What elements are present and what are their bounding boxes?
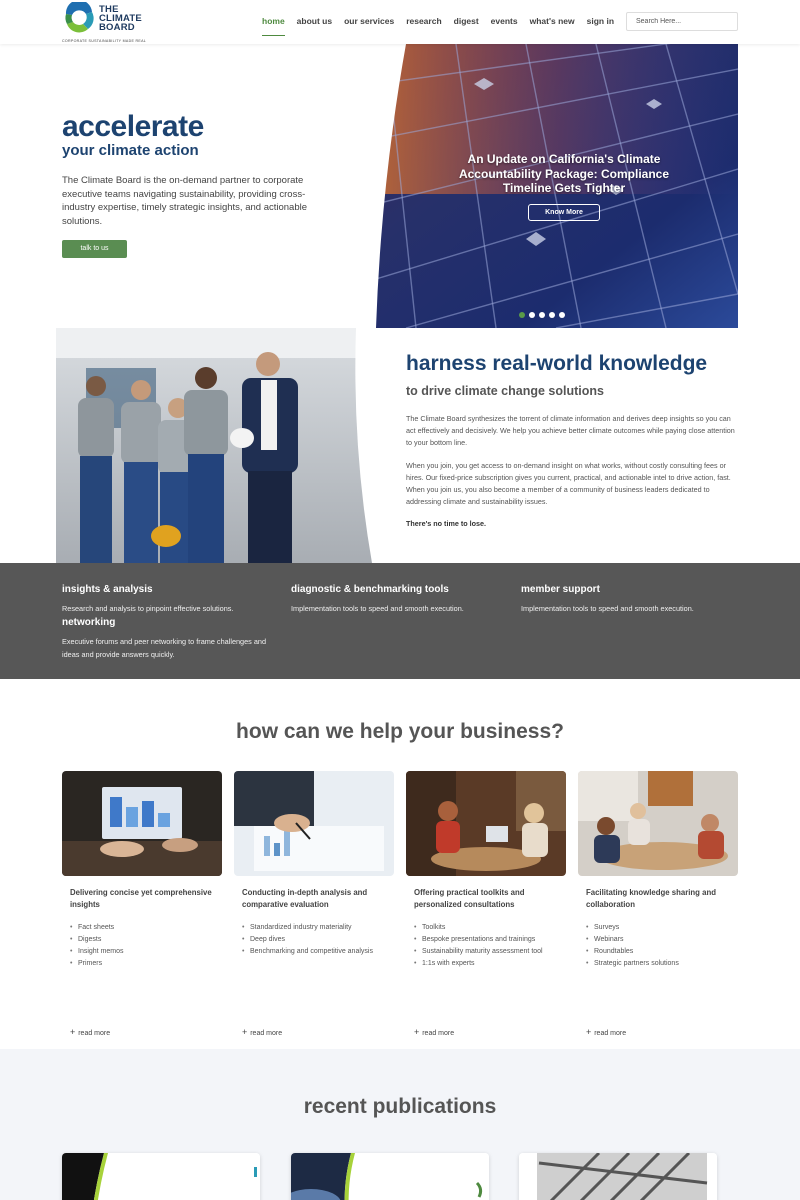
hero-subtitle: your climate action [62,142,199,159]
feature-member-support-desc: Implementation tools to speed and smooth… [521,604,694,613]
list-item: Roundtables [586,946,732,958]
list-item: Deep dives [242,934,388,946]
card-image-laptop-charts [62,771,222,876]
nav-events[interactable]: events [491,16,518,30]
logo-tagline: CORPORATE SUSTAINABILITY MADE REAL [62,39,147,43]
card-title: Offering practical toolkits and personal… [414,888,525,909]
card-image-documents [234,771,394,876]
plus-icon: + [586,1027,592,1037]
read-more-link[interactable]: + read more [586,1027,626,1037]
feature-diagnostic-desc: Implementation tools to speed and smooth… [291,604,464,613]
card-list: Surveys Webinars Roundtables Strategic p… [586,922,732,970]
list-item: Bespoke presentations and trainings [414,934,560,946]
publications-section: recent publications [0,1049,800,1200]
card-list: Toolkits Bespoke presentations and train… [414,922,560,970]
knowledge-section: harness real-world knowledge to drive cl… [0,328,800,563]
nav-home[interactable]: home [262,16,285,36]
list-item: Surveys [586,922,732,934]
carousel-dot-3[interactable] [539,312,545,318]
hero-section: accelerate your climate action The Clima… [0,44,800,328]
read-more-label: read more [594,1030,627,1037]
nav-digest[interactable]: digest [454,16,479,30]
list-item: Fact sheets [70,922,216,934]
slide-caption: An Update on California's Climate Accoun… [458,152,670,195]
list-item: Insight memos [70,946,216,958]
carousel-dots [519,312,565,318]
plus-icon: + [242,1027,248,1037]
feature-member-support-title: member support [521,584,600,595]
feature-networking-desc: Executive forums and peer networking to … [62,637,267,659]
list-item: Benchmarking and competitive analysis [242,946,388,958]
nav-about-us[interactable]: about us [297,16,332,30]
service-card-insights: Delivering concise yet comprehensive ins… [62,771,222,1046]
know-more-button[interactable]: Know More [528,204,600,221]
feature-insights-title: insights & analysis [62,584,153,595]
slide-curve-edge [376,44,406,328]
feature-diagnostic-title: diagnostic & benchmarking tools [291,584,449,595]
read-more-link[interactable]: + read more [414,1027,454,1037]
service-card-collaboration: Facilitating knowledge sharing and colla… [578,771,738,1046]
publication-card[interactable] [62,1153,260,1200]
carousel-dot-1[interactable] [519,312,525,318]
card-title: Conducting in-depth analysis and compara… [242,888,368,909]
help-section-title: how can we help your business? [236,720,564,743]
hero-title: accelerate [62,110,204,143]
read-more-label: read more [78,1030,111,1037]
nav-research[interactable]: research [406,16,441,30]
list-item: Toolkits [414,922,560,934]
climate-board-logo-icon [65,2,94,33]
card-image-meeting-cafe [406,771,566,876]
publications-title: recent publications [303,1095,497,1118]
search-input[interactable] [626,12,738,31]
list-item: 1:1s with experts [414,958,560,970]
carousel-dot-5[interactable] [559,312,565,318]
card-image-team-table [578,771,738,876]
service-card-analysis: Conducting in-depth analysis and compara… [234,771,394,1046]
card-list: Standardized industry materiality Deep d… [242,922,388,958]
main-nav: home about us our services research dige… [262,16,626,36]
publication-card[interactable] [519,1153,717,1200]
card-title: Facilitating knowledge sharing and colla… [586,888,716,909]
feature-insights-desc: Research and analysis to pinpoint effect… [62,604,234,613]
service-card-toolkits: Offering practical toolkits and personal… [406,771,566,1046]
list-item: Digests [70,934,216,946]
card-list: Fact sheets Digests Insight memos Primer… [70,922,216,970]
list-item: Sustainability maturity assessment tool [414,946,560,958]
knowledge-subtitle: to drive climate change solutions [406,384,604,398]
hero-carousel-slide[interactable]: An Update on California's Climate Accoun… [376,44,738,328]
nav-whats-new[interactable]: what's new [530,16,575,30]
publication-thumbnail [62,1153,260,1200]
knowledge-tagline: There's no time to lose. [406,519,486,528]
logo-line-3: BOARD [99,22,135,33]
list-item: Webinars [586,934,732,946]
carousel-dot-2[interactable] [529,312,535,318]
read-more-link[interactable]: + read more [70,1027,110,1037]
plus-icon: + [70,1027,76,1037]
knowledge-title: harness real-world knowledge [406,352,708,375]
list-item: Strategic partners solutions [586,958,732,970]
logo-wordmark: THE CLIMATE BOARD [99,5,142,33]
knowledge-paragraph-2: When you join, you get access to on-dema… [406,461,731,506]
features-band: insights & analysis Research and analysi… [0,563,800,679]
knowledge-paragraph-1: The Climate Board synthesizes the torren… [406,414,735,447]
carousel-dot-4[interactable] [549,312,555,318]
card-title: Delivering concise yet comprehensive ins… [70,888,212,909]
logo[interactable]: THE CLIMATE BOARD CORPORATE SUSTAINABILI… [62,2,172,44]
publication-thumbnail [291,1153,489,1200]
read-more-link[interactable]: + read more [242,1027,282,1037]
publication-thumbnail [519,1153,717,1200]
list-item: Primers [70,958,216,970]
read-more-label: read more [250,1030,283,1037]
list-item: Standardized industry materiality [242,922,388,934]
nav-sign-in[interactable]: sign in [587,16,614,30]
site-header: THE CLIMATE BOARD CORPORATE SUSTAINABILI… [0,0,800,44]
talk-to-us-button[interactable]: talk to us [62,240,127,258]
publication-card[interactable] [291,1153,489,1200]
read-more-label: read more [422,1030,455,1037]
feature-networking-title: networking [62,617,116,628]
hero-body: The Climate Board is the on-demand partn… [62,175,308,227]
workers-photo [56,328,376,563]
plus-icon: + [414,1027,420,1037]
nav-our-services[interactable]: our services [344,16,394,30]
